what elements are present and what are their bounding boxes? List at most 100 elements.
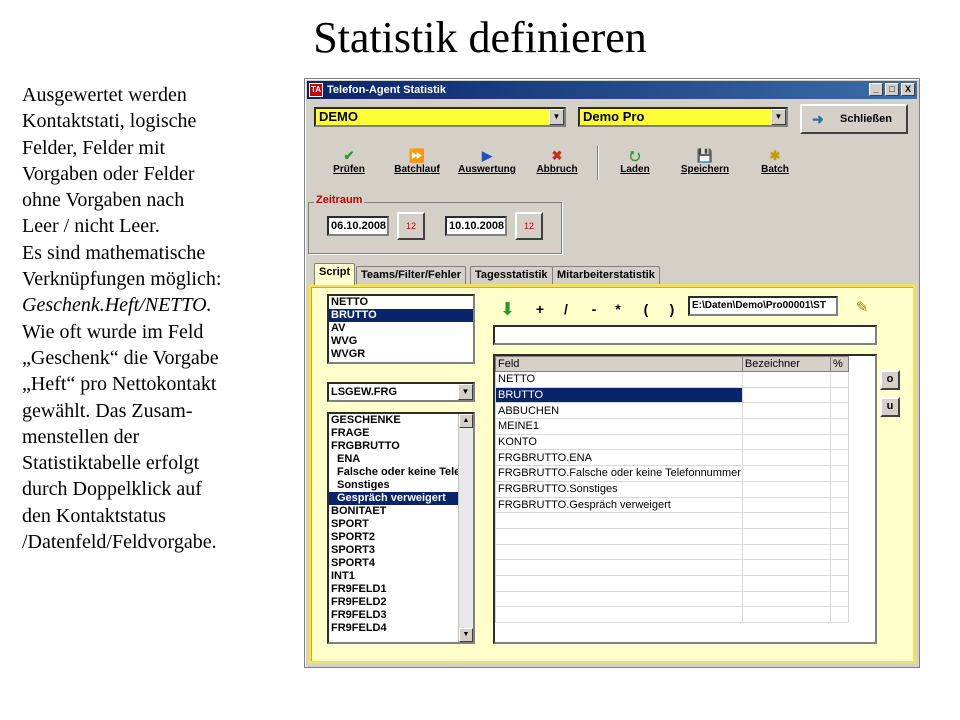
toolbar-separator <box>597 146 599 180</box>
toolbar-button-auswertung[interactable]: ▶ Auswertung <box>452 148 522 182</box>
field-combo-value: LSGEW.FRG <box>331 386 397 398</box>
column-header[interactable]: % <box>830 356 849 372</box>
list-item[interactable]: SPORT3 <box>329 544 458 557</box>
date-from-field[interactable]: 06.10.2008 <box>327 216 389 236</box>
list-item[interactable]: WVG <box>329 335 473 348</box>
table-row[interactable] <box>495 527 875 545</box>
scroll-up-icon[interactable]: ▲ <box>459 414 473 428</box>
table-row[interactable]: FRGBRUTTO.Falsche oder keine Telefonnumm… <box>495 465 875 482</box>
stop-icon: ✖ <box>551 148 563 163</box>
toolbar-button-prüfen[interactable]: ✔ Prüfen <box>314 148 384 182</box>
list-item[interactable]: ENA <box>329 453 458 466</box>
table-row[interactable]: NETTO <box>495 371 875 388</box>
table-row[interactable]: MEINE1 <box>495 418 875 435</box>
table-row[interactable] <box>495 543 875 561</box>
tab-script[interactable]: Script <box>314 263 356 285</box>
toolbar-button-batchlauf[interactable]: ⏩ Batchlauf <box>382 148 452 182</box>
operator-button[interactable]: ( <box>636 298 656 320</box>
toolbar-label: Batchlauf <box>394 164 440 175</box>
list-item[interactable]: FR9FELD1 <box>329 583 458 596</box>
field-combo[interactable]: LSGEW.FRG ▼ <box>327 382 475 402</box>
list-item[interactable]: GESCHENKE <box>329 414 458 427</box>
toolbar-label: Abbruch <box>536 164 578 175</box>
move-down-button[interactable]: u <box>880 397 900 417</box>
chevron-down-icon[interactable]: ▼ <box>458 384 473 400</box>
statistics-table[interactable]: Feld Bezeichner% NETTO BRUTTO ABBUCHEN MEINE1… <box>493 354 877 644</box>
toolbar-button-speichern[interactable]: 💾 Speichern <box>670 148 740 182</box>
maximize-button[interactable]: □ <box>885 83 899 96</box>
list-item[interactable]: SPORT4 <box>329 557 458 570</box>
description-line: Ausgewertet werden <box>22 84 187 106</box>
field-listbox[interactable]: GESCHENKE FRAGE FRGBRUTTO ENA Falsche oder k… <box>327 412 475 644</box>
table-row[interactable]: BRUTTO <box>495 386 875 404</box>
operator-button[interactable]: ) <box>662 298 682 320</box>
table-row[interactable] <box>495 512 875 529</box>
exit-icon: ➜ <box>812 111 824 127</box>
table-cell <box>830 590 849 608</box>
insert-arrow-icon[interactable]: ⬇ <box>500 298 515 320</box>
schliessen-button[interactable]: ➜ Schließen <box>800 104 908 134</box>
list-item[interactable]: NETTO <box>329 296 473 309</box>
column-header[interactable]: Bezeichner <box>741 356 832 372</box>
slide-title: Statistik definieren <box>313 13 647 62</box>
chevron-down-icon[interactable]: ▼ <box>549 109 564 125</box>
tab-mitarbeiterstatistik[interactable]: Mitarbeiterstatistik <box>552 266 660 284</box>
minimize-button[interactable]: _ <box>869 83 883 96</box>
table-row[interactable]: FRGBRUTTO.ENA <box>495 449 875 467</box>
list-item[interactable]: Sonstiges <box>329 479 458 492</box>
list-item[interactable]: FRGBRUTTO <box>329 440 458 453</box>
close-window-button[interactable]: X <box>901 83 915 96</box>
list-item[interactable]: AV <box>329 322 473 335</box>
path-field[interactable]: E:\Daten\Demo\Pro00001\ST <box>688 296 838 316</box>
table-row[interactable]: ABBUCHEN <box>495 402 875 420</box>
list-item[interactable]: WVGR <box>329 348 473 361</box>
toolbar-button-abbruch[interactable]: ✖ Abbruch <box>522 148 592 182</box>
list-item[interactable]: FR9FELD4 <box>329 622 458 635</box>
table-row[interactable]: KONTO <box>495 433 875 451</box>
calendar-icon[interactable]: 12 <box>397 212 425 240</box>
table-cell-feld: FRGBRUTTO.Falsche oder keine Telefonnumm… <box>495 465 743 482</box>
toolbar-button-laden[interactable]: ⭮ Laden <box>600 148 670 182</box>
list-item[interactable]: SPORT <box>329 518 458 531</box>
list-item[interactable]: SPORT2 <box>329 531 458 544</box>
scroll-down-icon[interactable]: ▼ <box>459 628 473 642</box>
table-row[interactable] <box>495 574 875 592</box>
tab-tagesstatistik[interactable]: Tagesstatistik <box>470 266 553 284</box>
operator-button[interactable]: / <box>556 298 576 320</box>
toolbar-button-batch[interactable]: ✱ Batch <box>740 148 810 182</box>
formula-input[interactable] <box>493 325 877 345</box>
list-item[interactable]: BRUTTO <box>329 309 473 322</box>
table-row[interactable] <box>495 606 875 623</box>
chevron-down-icon[interactable]: ▼ <box>771 109 786 125</box>
operator-button[interactable]: + <box>530 298 550 320</box>
date-to-field[interactable]: 10.10.2008 <box>445 216 507 236</box>
table-row[interactable] <box>495 590 875 608</box>
table-cell <box>830 606 849 623</box>
list-item[interactable]: Falsche oder keine Telefonnummer <box>329 466 473 479</box>
list-item[interactable]: Gespräch verweigert <box>329 492 458 505</box>
operator-button[interactable]: - <box>584 298 604 320</box>
window-titlebar[interactable]: TA Telefon-Agent Statistik _ □ X <box>307 81 917 99</box>
table-cell <box>830 433 849 451</box>
list-item[interactable]: FR9FELD3 <box>329 609 458 622</box>
column-header[interactable]: Feld <box>495 356 743 372</box>
field-list-scrollbar[interactable]: ▲ ▼ <box>458 414 473 642</box>
status-listbox[interactable]: NETTO BRUTTO AV WVG WVGR <box>327 294 475 364</box>
list-item[interactable]: INT1 <box>329 570 458 583</box>
table-row[interactable]: FRGBRUTTO.Gespräch verweigert <box>495 496 875 514</box>
table-row[interactable]: FRGBRUTTO.Sonstiges <box>495 480 875 498</box>
campaign-combo[interactable]: Demo Pro ▼ <box>578 107 788 127</box>
list-item[interactable]: FR9FELD2 <box>329 596 458 609</box>
description-line: /Datenfeld/Feldvorgabe. <box>22 531 217 554</box>
table-cell <box>830 574 849 592</box>
list-item[interactable]: BONITAET <box>329 505 458 518</box>
edit-script-icon[interactable]: ✎ <box>850 297 874 319</box>
tab-teams-filter-fehler[interactable]: Teams/Filter/Fehler <box>356 266 467 284</box>
calendar-icon[interactable]: 12 <box>515 212 543 240</box>
table-cell-feld <box>495 606 743 623</box>
project-combo[interactable]: DEMO ▼ <box>314 107 566 127</box>
list-item[interactable]: FRAGE <box>329 427 458 440</box>
table-row[interactable] <box>495 559 875 576</box>
move-up-button[interactable]: o <box>880 370 900 390</box>
operator-button[interactable]: * <box>608 298 628 320</box>
